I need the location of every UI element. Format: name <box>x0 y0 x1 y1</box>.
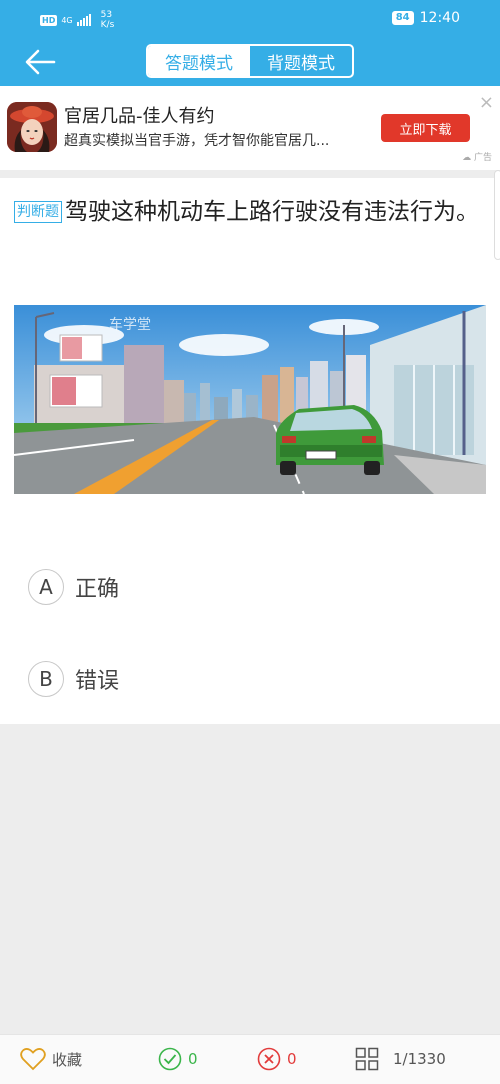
question-type-tag: 判断题 <box>14 201 62 223</box>
ad-mark-label: 广告 <box>473 153 492 163</box>
question-text: 判断题 驾驶这种机动车上路行驶没有违法行为。 <box>14 194 484 230</box>
tab-review-mode[interactable]: 背题模式 <box>250 46 352 76</box>
status-right: 84 12:40 <box>391 10 460 26</box>
network-type: 4G <box>61 15 73 25</box>
x-circle-icon <box>257 1047 281 1071</box>
signal-icon <box>76 14 91 26</box>
favorite-label: 收藏 <box>52 1050 83 1069</box>
question-card: 判断题 驾驶这种机动车上路行驶没有违法行为。 车学堂 A 正确 B 错误 <box>0 178 500 724</box>
network-speed: 53 K/s <box>101 10 115 30</box>
mode-toggle: 答题模式 背题模式 <box>146 44 354 78</box>
scroll-handle[interactable] <box>494 170 500 260</box>
ad-description: 超真实模拟当官手游，凭才智你能官居几... <box>64 133 330 149</box>
option-a-letter: A <box>28 569 64 605</box>
correct-count: 0 <box>188 1050 198 1068</box>
arrow-left-icon <box>25 49 56 75</box>
favorite-button[interactable]: 收藏 <box>20 1047 82 1071</box>
network-speed-value: 53 <box>100 10 113 20</box>
progress-counter: 1/1330 <box>393 1050 446 1068</box>
hd-indicator: HD <box>40 14 58 26</box>
status-bar: HD 4G 53 K/s 84 12:40 <box>0 0 500 38</box>
question-list-button[interactable]: 1/1330 <box>355 1047 446 1071</box>
check-circle-icon <box>158 1047 182 1071</box>
bottom-bar: 收藏 0 0 1/1330 <box>0 1034 500 1084</box>
close-icon[interactable]: × <box>479 94 494 112</box>
ad-mark: ☁ 广告 <box>462 153 492 163</box>
battery-icon: 84 <box>391 11 414 25</box>
option-b[interactable]: B 错误 <box>28 659 119 699</box>
option-a[interactable]: A 正确 <box>28 567 119 607</box>
status-left: HD 4G 53 K/s <box>40 10 114 30</box>
image-watermark: 车学堂 <box>109 316 151 333</box>
wrong-count-button[interactable]: 0 <box>257 1047 297 1071</box>
clock: 12:40 <box>419 10 460 26</box>
option-b-text: 错误 <box>75 669 120 694</box>
app-header: 答题模式 背题模式 <box>0 38 500 86</box>
option-a-text: 正确 <box>75 577 120 602</box>
network-speed-unit: K/s <box>100 20 115 30</box>
option-b-letter: B <box>28 661 64 697</box>
question-body: 驾驶这种机动车上路行驶没有违法行为。 <box>65 199 479 225</box>
grid-icon <box>355 1047 379 1071</box>
tab-answer-mode[interactable]: 答题模式 <box>148 46 250 76</box>
ad-title: 官居几品-佳人有约 <box>64 106 215 127</box>
back-button[interactable] <box>22 46 58 78</box>
question-image: 车学堂 <box>14 305 486 494</box>
ad-banner[interactable]: 官居几品-佳人有约 超真实模拟当官手游，凭才智你能官居几... 立即下载 × ☁… <box>0 86 500 170</box>
ad-app-icon <box>7 102 57 152</box>
wrong-count: 0 <box>287 1050 297 1068</box>
heart-icon <box>20 1048 46 1071</box>
correct-count-button[interactable]: 0 <box>158 1047 198 1071</box>
ad-download-button[interactable]: 立即下载 <box>381 114 470 142</box>
